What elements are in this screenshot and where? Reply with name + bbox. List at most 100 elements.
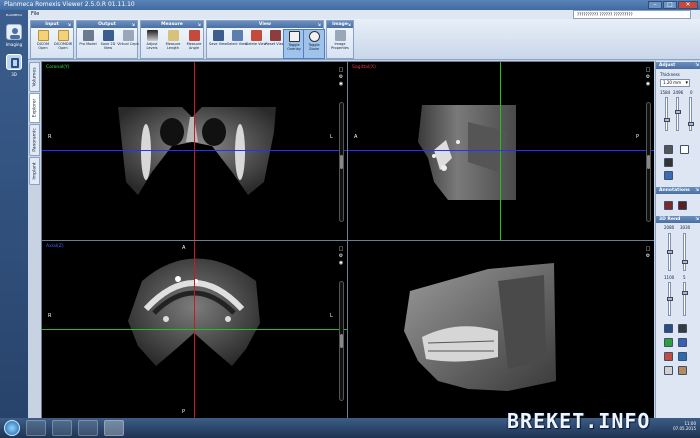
maximize-icon[interactable]: □ bbox=[337, 246, 345, 253]
tab-implant[interactable]: Implant bbox=[29, 157, 40, 185]
slider-knob[interactable] bbox=[682, 260, 688, 264]
expand-icon[interactable]: ⇲ bbox=[318, 21, 321, 28]
ceph-icon bbox=[122, 30, 134, 41]
system-tray-clock[interactable]: 11:00 07.05.2015 bbox=[673, 421, 696, 431]
start-button[interactable] bbox=[4, 420, 20, 436]
toggle-overlay-button[interactable]: Toggle Overlay bbox=[283, 29, 305, 59]
render-brightness-slider[interactable] bbox=[682, 282, 688, 316]
coronal-slice-scrollbar[interactable] bbox=[339, 102, 344, 222]
adjust-levels-button[interactable]: Adjust Levels bbox=[141, 29, 163, 59]
render-skin-icon[interactable] bbox=[678, 324, 687, 333]
slider-knob[interactable] bbox=[675, 110, 681, 114]
expand-icon[interactable]: ⇲ bbox=[132, 21, 135, 28]
toggle-zoom-button[interactable]: Toggle Zoom bbox=[303, 29, 325, 59]
gamma-slider[interactable] bbox=[688, 97, 694, 131]
thickness-select[interactable]: 1.20 mm bbox=[660, 79, 690, 87]
close-button[interactable]: ✕ bbox=[678, 1, 698, 9]
render-color-icon[interactable] bbox=[664, 338, 673, 347]
pen-icon[interactable] bbox=[680, 145, 689, 154]
expand-icon[interactable]: ⇲ bbox=[695, 216, 699, 223]
render-cut-icon[interactable] bbox=[664, 352, 673, 361]
crosshair-vertical[interactable] bbox=[500, 62, 501, 240]
scroll-thumb[interactable] bbox=[647, 155, 650, 169]
screenshot-icon[interactable] bbox=[664, 171, 673, 180]
axial-slice-scrollbar[interactable] bbox=[339, 281, 344, 401]
measure-length-button[interactable]: Measure Length bbox=[162, 29, 184, 59]
sagittal-slice-scrollbar[interactable] bbox=[646, 102, 651, 222]
settings-icon[interactable]: ⚙ bbox=[337, 253, 345, 260]
annotation-list-icon[interactable] bbox=[678, 201, 687, 210]
pro-model-button[interactable]: Pro Model bbox=[77, 29, 99, 59]
save-2d-view-button[interactable]: Save 2D View bbox=[97, 29, 119, 59]
coronal-viewport[interactable]: Coronal(Y) R L □ ⚙ ◉ bbox=[42, 62, 347, 240]
3d-module-button[interactable]: 3D bbox=[3, 54, 25, 82]
render-mode-icon[interactable] bbox=[664, 324, 673, 333]
annotation-add-icon[interactable] bbox=[664, 201, 673, 210]
imaging-module-button[interactable]: Imaging bbox=[3, 24, 25, 52]
render-head-icon[interactable] bbox=[664, 366, 673, 375]
level-slider[interactable] bbox=[675, 97, 681, 131]
window-slider[interactable] bbox=[664, 97, 670, 131]
settings-icon[interactable]: ⚙ bbox=[337, 74, 345, 81]
dicomdir-open-button[interactable]: DICOMDIR Open bbox=[52, 29, 74, 59]
scroll-thumb[interactable] bbox=[340, 155, 343, 169]
virtual-ceph-button[interactable]: Virtual Ceph bbox=[117, 29, 139, 59]
annotations-header: Annotations ⇲ bbox=[656, 187, 700, 194]
romexis-taskbar-icon[interactable] bbox=[104, 420, 124, 436]
app-taskbar-icon[interactable] bbox=[78, 420, 98, 436]
expand-icon[interactable]: ⇲ bbox=[348, 21, 351, 28]
minimize-button[interactable]: – bbox=[648, 1, 662, 9]
printer-icon[interactable] bbox=[664, 145, 673, 154]
tab-panoramic[interactable]: Panoramic bbox=[29, 124, 40, 156]
dicom-open-button[interactable]: DICOM Open bbox=[32, 29, 54, 59]
render-level-slider[interactable] bbox=[682, 233, 688, 271]
maximize-icon[interactable]: □ bbox=[644, 67, 652, 74]
slider-knob[interactable] bbox=[667, 297, 673, 301]
3d-render-title: 3D Rend bbox=[659, 217, 681, 222]
crosshair-horizontal[interactable] bbox=[42, 150, 347, 151]
render-face-icon[interactable] bbox=[678, 366, 687, 375]
maximize-icon[interactable]: □ bbox=[337, 67, 345, 74]
image-properties-button[interactable]: Image Properties bbox=[329, 29, 351, 59]
measure-angle-button[interactable]: Measure Angle bbox=[183, 29, 205, 59]
thickness-label: Thickness bbox=[660, 72, 680, 77]
maximize-icon[interactable]: □ bbox=[644, 246, 652, 253]
expand-icon[interactable]: ⇲ bbox=[695, 187, 699, 194]
ribbon-group-measure: Measure ⇲ Adjust Levels Measure Length Me… bbox=[140, 20, 204, 59]
tab-volumes[interactable]: Volumes bbox=[29, 62, 40, 92]
sagittal-viewport[interactable]: Sagittal(X) A P □ ⚙ ◉ bbox=[348, 62, 654, 240]
reset-view-label: Reset View bbox=[265, 42, 285, 46]
maximize-button[interactable]: □ bbox=[663, 1, 677, 9]
scroll-thumb[interactable] bbox=[340, 334, 343, 348]
layout-icon[interactable] bbox=[664, 158, 673, 167]
slider-knob[interactable] bbox=[667, 250, 673, 254]
level-value-b: 2496 bbox=[673, 90, 684, 95]
3d-render-viewport[interactable]: □ ⚙ bbox=[348, 241, 654, 418]
eye-icon[interactable]: ◉ bbox=[337, 81, 345, 88]
expand-icon[interactable]: ⇲ bbox=[68, 21, 71, 28]
slider-knob[interactable] bbox=[664, 118, 670, 122]
slider-knob[interactable] bbox=[682, 291, 688, 295]
expand-icon[interactable]: ⇲ bbox=[695, 62, 699, 69]
axial-viewport[interactable]: Axial(Z) A P R L □ ⚙ ◉ bbox=[42, 241, 347, 418]
crosshair-horizontal[interactable] bbox=[348, 150, 654, 151]
settings-icon[interactable]: ⚙ bbox=[644, 253, 652, 260]
render-cube-icon[interactable] bbox=[678, 338, 687, 347]
eye-icon[interactable]: ◉ bbox=[644, 81, 652, 88]
render-window-slider[interactable] bbox=[667, 233, 673, 271]
expand-icon[interactable]: ⇲ bbox=[198, 21, 201, 28]
chrome-taskbar-icon[interactable] bbox=[52, 420, 72, 436]
tab-explorer[interactable]: Explorer bbox=[29, 93, 40, 123]
notice-field: ?????????? ?????? ????????? bbox=[573, 10, 691, 19]
render-opacity-slider[interactable] bbox=[667, 282, 673, 316]
settings-icon[interactable]: ⚙ bbox=[644, 74, 652, 81]
viewport-grid: Coronal(Y) R L □ ⚙ ◉ Sagittal(X) A P □ ⚙… bbox=[41, 61, 654, 418]
explorer-taskbar-icon[interactable] bbox=[26, 420, 46, 436]
eye-icon[interactable]: ◉ bbox=[337, 260, 345, 267]
crosshair-horizontal[interactable] bbox=[42, 329, 347, 330]
render-rotate-icon[interactable] bbox=[678, 352, 687, 361]
file-menu[interactable]: File bbox=[31, 11, 39, 17]
crosshair-vertical[interactable] bbox=[194, 62, 195, 240]
coronal-right-marker: R bbox=[48, 134, 52, 140]
slider-knob[interactable] bbox=[688, 122, 694, 126]
